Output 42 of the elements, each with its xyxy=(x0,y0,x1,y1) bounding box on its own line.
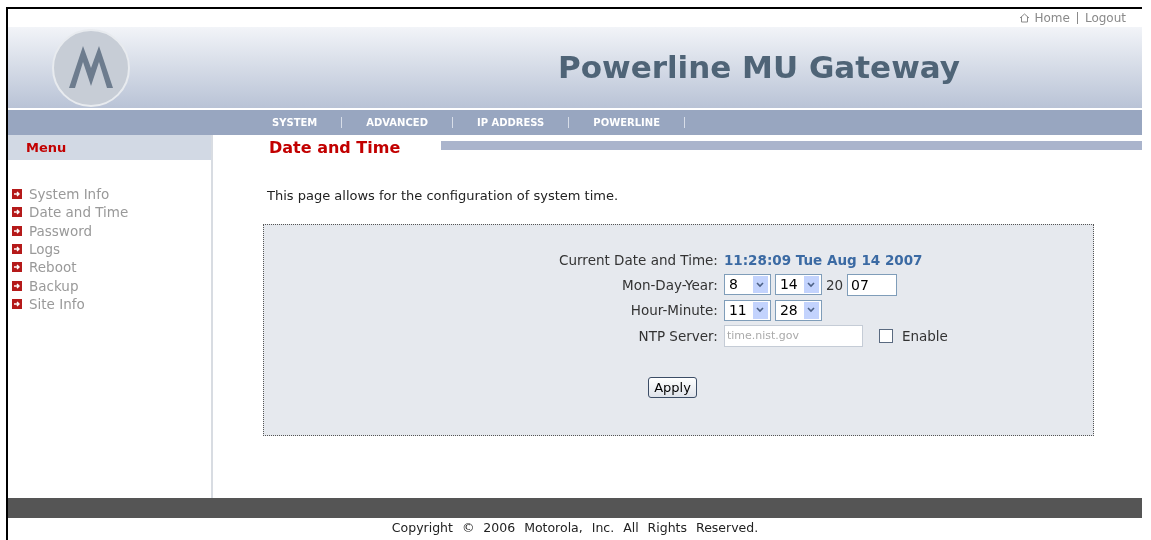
menu-item[interactable]: Logs xyxy=(12,239,211,259)
current-datetime: 11:28:09 Tue Aug 14 2007 xyxy=(723,250,924,270)
minute-select[interactable]: 28 xyxy=(774,299,822,321)
menu-title: Menu xyxy=(8,135,211,160)
nav-tab[interactable]: IP ADDRESS xyxy=(452,115,569,130)
year-field[interactable]: 07 xyxy=(847,273,898,296)
logout-link[interactable]: Logout xyxy=(1077,9,1126,27)
section-title: Date and Time xyxy=(269,136,402,159)
hour-select[interactable]: 11 xyxy=(723,299,771,321)
enable-checkbox[interactable] xyxy=(878,328,893,343)
field-label: Current Date and Time: xyxy=(559,250,718,270)
arrow-bullet-icon xyxy=(12,262,22,273)
copyright-text: Copyright © 2006 Motorola, Inc. All Rights Reserved. xyxy=(390,518,760,537)
field-label: Mon-Day-Year: xyxy=(621,275,718,295)
menu-item[interactable]: Backup xyxy=(12,276,211,295)
nav-tab[interactable]: POWERLINE xyxy=(569,115,684,130)
field-label: NTP Server: xyxy=(637,326,718,346)
day-select[interactable]: 14 xyxy=(774,274,822,296)
page-description: This page allows for the configuration of system time. xyxy=(267,187,620,205)
home-link[interactable]: Home xyxy=(1034,12,1078,24)
menu-item[interactable]: Reboot xyxy=(12,258,211,277)
apply-button[interactable]: Apply xyxy=(648,376,697,398)
century-text: 20 xyxy=(825,275,844,295)
month-select[interactable]: 8 xyxy=(723,274,771,296)
menu-item[interactable]: System Info xyxy=(12,185,211,204)
nav-tab[interactable]: ADVANCED xyxy=(342,115,452,130)
field-label: Hour-Minute: xyxy=(629,301,718,321)
arrow-bullet-icon xyxy=(12,244,22,255)
arrow-bullet-icon xyxy=(12,225,22,236)
arrow-bullet-icon xyxy=(12,298,22,309)
ntp-server-field[interactable]: time.nist.gov xyxy=(723,324,863,347)
page-title: Powerline MU Gateway xyxy=(558,48,960,88)
menu-item[interactable]: Date and Time xyxy=(12,203,211,222)
arrow-bullet-icon xyxy=(12,280,22,291)
logo-icon xyxy=(51,27,131,108)
menu-item[interactable]: Site Info xyxy=(12,294,211,314)
enable-label: Enable xyxy=(901,326,948,346)
arrow-bullet-icon xyxy=(12,189,22,200)
arrow-bullet-icon xyxy=(12,207,22,218)
menu-item[interactable]: Password xyxy=(12,221,211,240)
nav-tab[interactable]: SYSTEM xyxy=(248,115,342,130)
home-icon xyxy=(1019,13,1031,23)
